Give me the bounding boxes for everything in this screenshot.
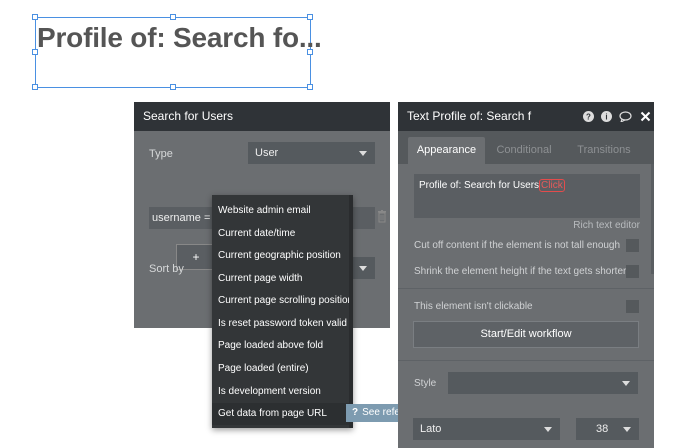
shrink-height-checkbox[interactable] [626, 265, 639, 278]
dynamic-data-menu: Website admin email Current date/time Cu… [212, 195, 353, 428]
resize-handle-top-middle[interactable] [170, 14, 176, 20]
selected-text-element[interactable]: Profile of: Search fo... [32, 14, 322, 90]
type-label: Type [149, 148, 173, 160]
property-editor-title: Text Profile of: Search f [407, 109, 532, 123]
close-icon[interactable] [640, 111, 651, 122]
property-editor-panel: Text Profile of: Search f ? i Appearance… [398, 102, 654, 448]
style-dropdown[interactable] [448, 372, 638, 394]
not-clickable-label: This element isn't clickable [414, 301, 533, 312]
element-text: Profile of: Search fo... [37, 22, 322, 53]
chevron-down-icon [623, 427, 631, 432]
property-tabs: Appearance Conditional Transitions [398, 131, 654, 164]
menu-item-website-admin-email[interactable]: Website admin email [212, 200, 353, 222]
menu-item-is-development-version[interactable]: Is development version [212, 381, 353, 403]
rich-text-editor-link[interactable]: Rich text editor [573, 220, 640, 231]
panel-scrollbar[interactable] [651, 164, 654, 274]
not-clickable-checkbox[interactable] [626, 300, 639, 313]
divider [398, 288, 654, 289]
resize-handle-top-left[interactable] [32, 14, 38, 20]
menu-item-get-data-from-page-url[interactable]: Get data from page URL [212, 403, 353, 425]
menu-item-current-page-width[interactable]: Current page width [212, 268, 353, 290]
menu-item-current-date-time[interactable]: Current date/time [212, 223, 353, 245]
menu-item-page-loaded-entire[interactable]: Page loaded (entire) [212, 358, 353, 380]
font-size-value: 38 [596, 423, 609, 435]
text-content: Profile of: Search for Users [419, 180, 540, 191]
svg-text:?: ? [586, 113, 591, 122]
font-family-value: Lato [420, 423, 442, 435]
font-size-dropdown[interactable]: 38 [576, 418, 639, 440]
type-dropdown[interactable]: User [248, 142, 375, 164]
constraint-field: username = [152, 212, 211, 224]
property-editor-header: Text Profile of: Search f [398, 102, 654, 131]
cut-off-content-checkbox[interactable] [626, 239, 639, 252]
resize-handle-bottom-left[interactable] [32, 84, 38, 90]
sort-by-label: Sort by [149, 263, 184, 275]
chevron-down-icon [622, 381, 630, 386]
menu-scrollbar[interactable] [349, 195, 353, 428]
tab-transitions[interactable]: Transitions [568, 137, 640, 164]
resize-handle-top-right[interactable] [307, 14, 313, 20]
menu-item-current-geographic-position[interactable]: Current geographic position [212, 245, 353, 267]
trash-icon[interactable] [377, 210, 387, 223]
menu-item-page-loaded-above-fold[interactable]: Page loaded above fold [212, 335, 353, 357]
font-family-dropdown[interactable]: Lato [413, 418, 560, 440]
resize-handle-middle-left[interactable] [32, 49, 38, 55]
cut-off-content-label: Cut off content if the element is not ta… [414, 240, 621, 251]
dynamic-expression-tag[interactable]: Click [539, 179, 565, 192]
info-icon[interactable]: i [601, 111, 612, 122]
chevron-down-icon [359, 151, 367, 156]
tab-conditional[interactable]: Conditional [488, 137, 560, 164]
help-icon: ? [352, 407, 359, 418]
search-panel-title: Search for Users [134, 102, 390, 131]
text-content-editor[interactable]: Profile of: Search for Users Click [414, 174, 640, 218]
resize-handle-middle-right[interactable] [307, 49, 313, 55]
svg-text:i: i [605, 113, 607, 122]
help-icon[interactable]: ? [583, 111, 594, 122]
shrink-height-label: Shrink the element height if the text ge… [414, 266, 627, 277]
divider [398, 360, 654, 361]
menu-item-current-page-scrolling-position[interactable]: Current page scrolling position [212, 290, 353, 312]
menu-item-reset-password-token-valid[interactable]: Is reset password token valid [212, 313, 353, 335]
resize-handle-bottom-right[interactable] [307, 84, 313, 90]
chevron-down-icon [359, 266, 367, 271]
tab-appearance[interactable]: Appearance [408, 137, 485, 164]
style-label: Style [414, 378, 437, 389]
comment-icon[interactable] [619, 111, 632, 122]
type-dropdown-value: User [255, 147, 279, 159]
chevron-down-icon [544, 427, 552, 432]
start-edit-workflow-button[interactable]: Start/Edit workflow [413, 321, 639, 348]
resize-handle-bottom-middle[interactable] [170, 84, 176, 90]
